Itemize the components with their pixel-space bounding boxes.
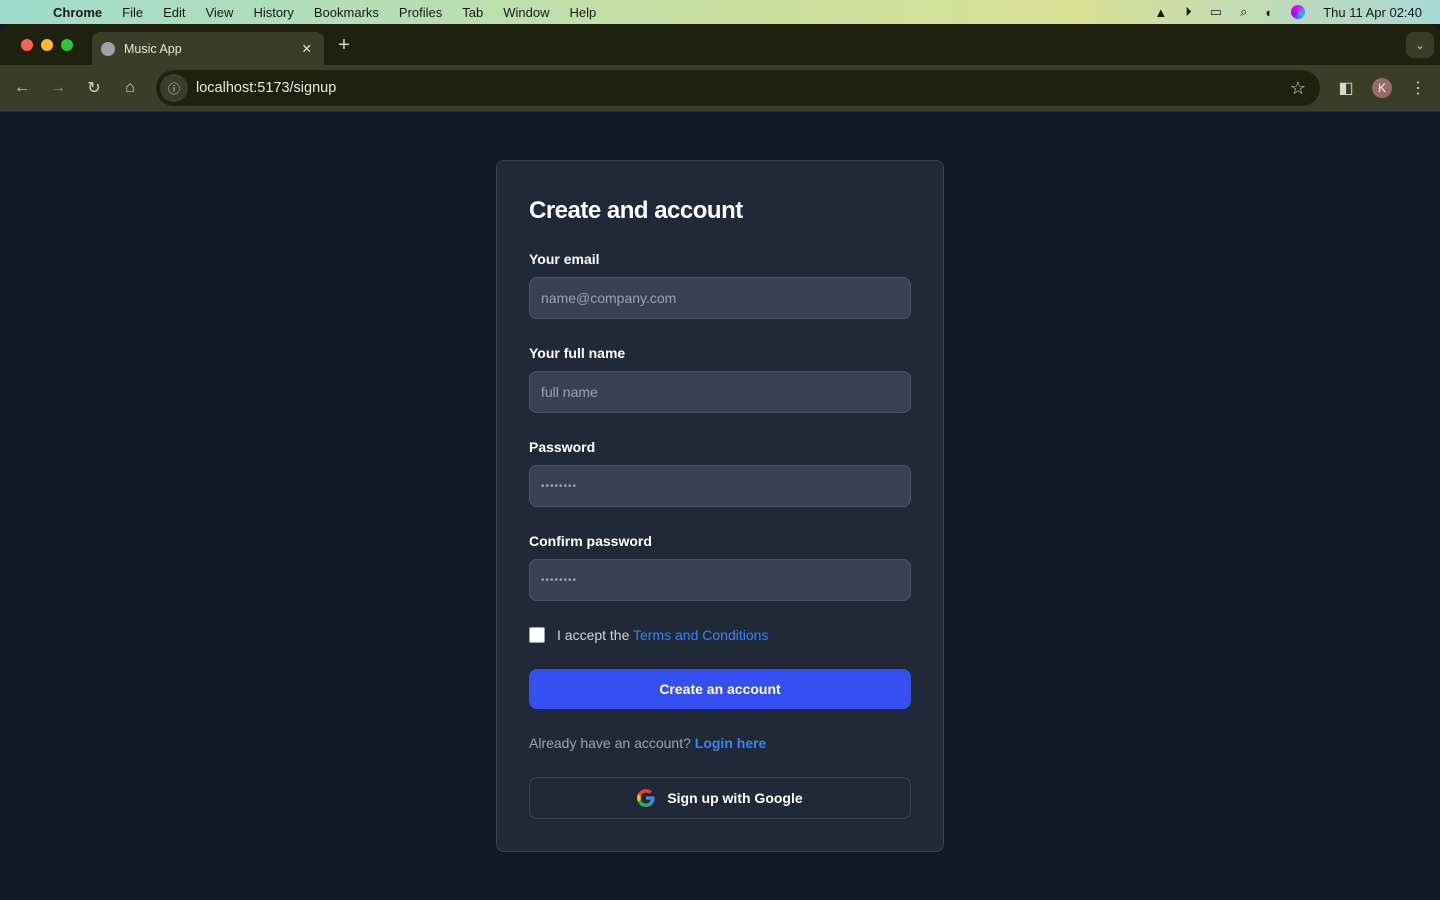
menu-window[interactable]: Window	[503, 5, 549, 20]
close-window-button[interactable]	[21, 39, 33, 51]
menu-bookmarks[interactable]: Bookmarks	[314, 5, 379, 20]
menu-app[interactable]: Chrome	[53, 5, 102, 20]
google-button-label: Sign up with Google	[667, 790, 803, 806]
signup-card: Create and account Your email name@compa…	[496, 160, 944, 852]
forward-icon[interactable]: →	[48, 78, 68, 98]
tab-music-app[interactable]: Music App ✕	[92, 32, 324, 65]
siri-icon[interactable]	[1291, 5, 1306, 19]
terms-checkbox[interactable]	[529, 627, 545, 643]
google-signup-button[interactable]: Sign up with Google	[529, 777, 911, 819]
menu-tab[interactable]: Tab	[462, 5, 483, 20]
back-icon[interactable]: ←	[12, 78, 32, 98]
tab-search-chevron-icon[interactable]: ⌄	[1406, 32, 1434, 58]
more-menu-icon[interactable]: ⋮	[1408, 78, 1428, 98]
macos-menubar: Chrome File Edit View History Bookmarks …	[0, 0, 1440, 24]
close-tab-icon[interactable]: ✕	[302, 41, 312, 56]
password-input[interactable]: ••••••••	[529, 465, 911, 507]
reload-icon[interactable]: ↻	[84, 78, 104, 98]
page-title: Create and account	[529, 197, 743, 224]
globe-icon	[101, 41, 115, 56]
menu-file[interactable]: File	[122, 5, 143, 20]
tab-title: Music App	[124, 41, 182, 56]
play-icon[interactable]: ⏵	[1185, 4, 1192, 20]
bookmark-star-icon[interactable]: ☆	[1290, 78, 1306, 99]
control-center-icon[interactable]: ◐	[1265, 5, 1273, 20]
site-info-icon[interactable]: ⓘ	[160, 74, 188, 102]
vlc-icon[interactable]: ▲	[1154, 5, 1167, 20]
login-link[interactable]: Login here	[695, 735, 767, 751]
clock[interactable]: Thu 11 Apr 02:40	[1323, 5, 1422, 20]
battery-icon[interactable]: ▭	[1210, 4, 1222, 20]
menu-help[interactable]: Help	[570, 5, 597, 20]
name-label: Your full name	[529, 345, 626, 361]
side-panel-icon[interactable]: ◧	[1336, 78, 1356, 98]
zoom-window-button[interactable]	[61, 39, 73, 51]
minimize-window-button[interactable]	[41, 39, 53, 51]
password-label: Password	[529, 439, 596, 455]
menu-edit[interactable]: Edit	[163, 5, 185, 20]
confirm-password-label: Confirm password	[529, 533, 652, 549]
menu-history[interactable]: History	[253, 5, 293, 20]
search-icon[interactable]: ⌕	[1240, 4, 1247, 20]
confirm-password-input[interactable]: ••••••••	[529, 559, 911, 601]
address-bar[interactable]: ⓘ localhost:5173/signup ☆	[156, 70, 1320, 106]
new-tab-icon[interactable]: +	[336, 34, 352, 56]
profile-avatar[interactable]: K	[1372, 78, 1392, 98]
terms-prefix: I accept the	[557, 627, 634, 643]
terms-text: I accept the Terms and Conditions	[557, 627, 768, 643]
create-account-button[interactable]: Create an account	[529, 669, 911, 709]
terms-link[interactable]: Terms and Conditions	[633, 627, 768, 643]
login-prefix: Already have an account?	[529, 735, 695, 751]
menu-view[interactable]: View	[205, 5, 233, 20]
email-input[interactable]: name@company.com	[529, 277, 911, 319]
email-label: Your email	[529, 251, 600, 267]
google-icon	[637, 789, 655, 807]
home-icon[interactable]: ⌂	[120, 78, 140, 98]
login-prompt: Already have an account? Login here	[529, 735, 766, 751]
url-text[interactable]: localhost:5173/signup	[196, 80, 336, 96]
menu-profiles[interactable]: Profiles	[399, 5, 442, 20]
full-name-input[interactable]: full name	[529, 371, 911, 413]
